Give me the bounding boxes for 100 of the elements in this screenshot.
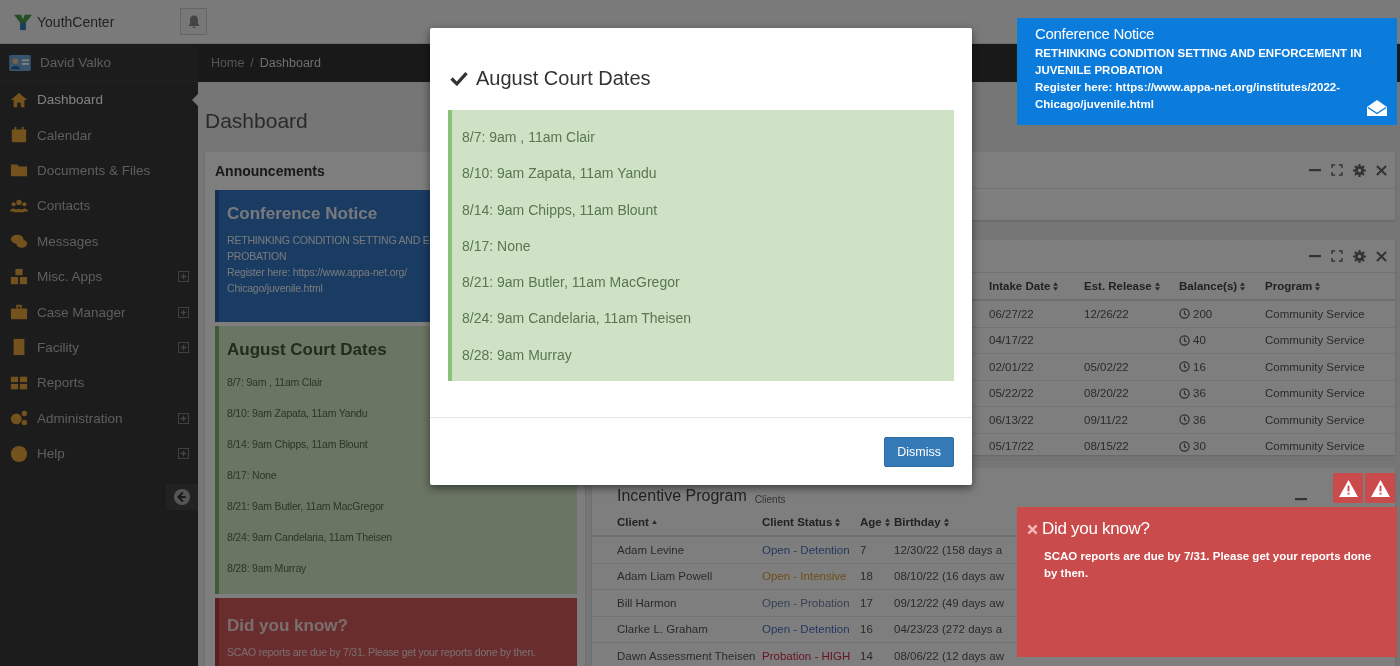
balance-value: 36 xyxy=(1193,387,1206,400)
fullscreen-icon[interactable] xyxy=(1331,250,1343,262)
clock-icon xyxy=(1179,440,1190,452)
sidebar-item[interactable]: Documents & Files xyxy=(0,152,198,189)
calendar-icon xyxy=(9,126,29,145)
user-name: David Valko xyxy=(40,55,112,70)
breadcrumb-separator: / xyxy=(250,56,254,70)
table-cell-text: 04/17/22 xyxy=(989,334,1035,347)
close-icon[interactable] xyxy=(1376,250,1387,262)
balance-value: 200 xyxy=(1193,307,1213,320)
toast-title: Did you know? xyxy=(1042,519,1150,539)
table-cell-text: 7 xyxy=(860,543,868,556)
panel-title: Incentive Program xyxy=(617,487,747,505)
table-cell-text: Clarke L. Graham xyxy=(617,623,709,636)
table-cell-text: 06/27/22 xyxy=(989,307,1035,320)
chat-icon xyxy=(9,232,29,251)
column-header[interactable]: Birthday xyxy=(894,516,941,528)
column-header[interactable]: Est. Release xyxy=(1084,280,1152,292)
briefcase-icon xyxy=(9,303,29,322)
sidebar-item[interactable]: Help xyxy=(0,435,198,472)
balance-value: 40 xyxy=(1193,334,1206,347)
column-header[interactable]: Age xyxy=(860,516,882,528)
sort-icon[interactable] xyxy=(884,517,890,527)
panel-title: Announcements xyxy=(215,163,325,179)
court-date-text: 8/28: 9am Murray xyxy=(462,345,573,365)
table-cell: 04/23/23 (272 days a xyxy=(894,623,1003,636)
table-cell-text: Community Service xyxy=(1265,440,1366,453)
card-text: PROBATION xyxy=(227,249,287,264)
collapse-sidebar-button[interactable] xyxy=(166,484,198,511)
cubes-icon xyxy=(9,267,29,286)
sort-icon[interactable] xyxy=(1053,281,1059,291)
sort-icon[interactable] xyxy=(943,517,949,527)
warning-button[interactable] xyxy=(1365,473,1395,503)
breadcrumb-link[interactable]: Home xyxy=(211,56,245,70)
dismiss-button[interactable]: Dismiss xyxy=(884,437,954,467)
table-cell: 08/10/22 (16 days aw xyxy=(894,570,1004,583)
column-header[interactable]: Balance(s) xyxy=(1179,280,1238,292)
sidebar-item[interactable]: Facility xyxy=(0,329,198,366)
card-title: Did you know? xyxy=(227,616,348,636)
sidebar-item[interactable]: Reports xyxy=(0,365,198,401)
table-cell-text: 14 xyxy=(860,649,874,662)
warning-button[interactable] xyxy=(1333,473,1363,503)
card-text: Chicago/juvenile.html xyxy=(227,281,323,296)
table-cell: 08/20/22 xyxy=(1084,387,1129,400)
checkmark-icon xyxy=(450,70,468,86)
toast-text: RETHINKING CONDITION SETTING AND ENFORCEMENT IN JUVENILE PROBATION xyxy=(1035,46,1363,78)
table-cell: 09/12/22 (49 days aw xyxy=(894,596,1004,609)
logo-icon xyxy=(14,12,32,31)
table-cell-text: Community Service xyxy=(1265,334,1366,347)
column-header[interactable]: Program xyxy=(1265,280,1313,292)
sidebar-item[interactable]: Administration xyxy=(0,400,198,436)
balance-value: 30 xyxy=(1193,440,1206,453)
table-cell-text: Dawn Assessment Theisen xyxy=(617,649,757,662)
sort-icon[interactable] xyxy=(1240,281,1246,291)
column-header[interactable]: Client xyxy=(617,516,649,528)
sidebar-item[interactable]: Dashboard xyxy=(0,82,198,118)
clock-icon xyxy=(1179,308,1190,320)
card-text: 8/10: 9am Zapata, 11am Yandu xyxy=(227,406,368,421)
selection-pointer-icon xyxy=(192,94,198,106)
close-icon[interactable] xyxy=(1027,523,1038,535)
settings-icon[interactable] xyxy=(1353,249,1366,263)
notification-button[interactable] xyxy=(180,8,207,35)
column-header[interactable]: Client Status xyxy=(762,516,833,528)
court-date-text: 8/14: 9am Chipps, 11am Blount xyxy=(462,200,659,220)
breadcrumb-link[interactable]: Dashboard xyxy=(259,56,321,70)
court-date-text: 8/24: 9am Candelaria, 11am Theisen xyxy=(462,309,693,329)
fullscreen-icon[interactable] xyxy=(1331,164,1343,176)
table-cell-text: Adam Liam Powell xyxy=(617,570,714,583)
table-cell: 05/02/22 xyxy=(1084,360,1129,373)
balance-value: 36 xyxy=(1193,413,1206,426)
sidebar-item[interactable]: Misc. Apps xyxy=(0,258,198,295)
court-date-text: 8/7: 9am , 11am Clair xyxy=(462,128,596,147)
table-cell: 09/11/22 xyxy=(1084,413,1128,426)
sort-icon[interactable] xyxy=(1315,281,1321,291)
home-icon xyxy=(9,90,29,109)
sidebar-item[interactable]: Calendar xyxy=(0,117,198,153)
sidebar-item[interactable]: Contacts xyxy=(0,188,198,224)
card-text: 8/21: 9am Butler, 11am MacGregor xyxy=(227,499,384,514)
toast-text: SCAO reports are due by 7/31. Please get your reports done by then. xyxy=(1043,549,1373,581)
warning-icon xyxy=(1338,479,1358,497)
card-text: 8/28: 9am Murray xyxy=(227,561,307,576)
card-title: Conference Notice xyxy=(227,204,378,224)
clock-icon xyxy=(1179,361,1190,373)
balance-value: 16 xyxy=(1193,360,1206,373)
column-header[interactable]: Intake Date xyxy=(989,280,1051,292)
close-icon[interactable] xyxy=(1376,164,1387,176)
sidebar-item[interactable]: Case Manager xyxy=(0,294,198,330)
sort-ascending-icon[interactable] xyxy=(651,520,657,524)
app-name: YouthCenter xyxy=(37,13,115,30)
table-cell: 12/26/22 xyxy=(1084,307,1129,320)
arrow-left-icon xyxy=(173,488,191,507)
table-cell: 08/15/22 xyxy=(1084,440,1129,453)
sort-icon[interactable] xyxy=(1154,281,1160,291)
id-card-icon xyxy=(9,53,31,72)
table-cell: 12/30/22 (158 days a xyxy=(894,543,1003,556)
card-text: 8/24: 9am Candelaria, 11am Theisen xyxy=(227,530,392,545)
sort-icon[interactable] xyxy=(835,517,841,527)
sidebar-item[interactable]: Messages xyxy=(0,223,198,259)
settings-icon[interactable] xyxy=(1353,163,1366,177)
table-cell: 08/06/22 (12 days aw xyxy=(894,649,1004,662)
